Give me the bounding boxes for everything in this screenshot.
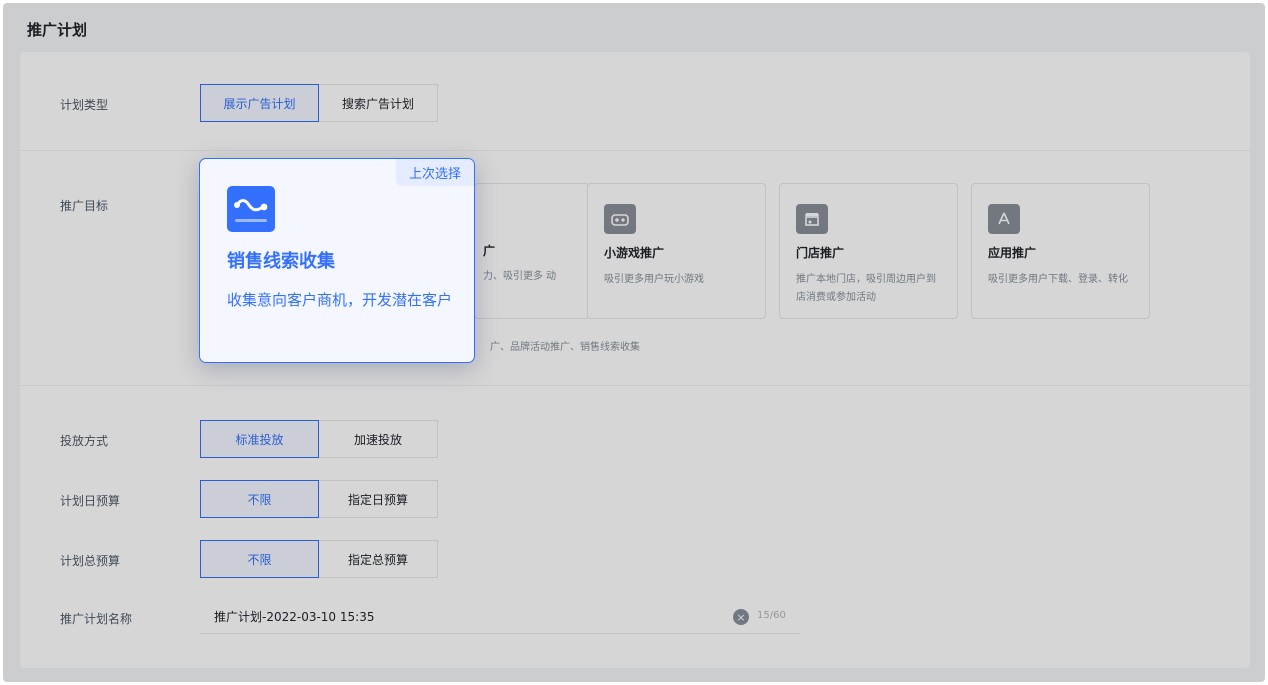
delivery-mode-selector: 标准投放 加速投放 bbox=[200, 420, 438, 458]
last-selected-tag: 上次选择 bbox=[396, 159, 474, 186]
goal-card-desc: 吸引更多用户玩小游戏 bbox=[604, 274, 704, 285]
page-title: 推广计划 bbox=[27, 21, 88, 39]
app-store-icon bbox=[988, 204, 1020, 234]
daily-budget-selector: 不限 指定日预算 bbox=[200, 480, 438, 518]
gamepad-icon bbox=[604, 204, 636, 234]
goal-card-title: 门店推广 bbox=[796, 246, 845, 260]
goal-card-partial[interactable]: 广 力、吸引更多 动 bbox=[474, 183, 590, 319]
total-budget-option-unlimited[interactable]: 不限 bbox=[200, 540, 319, 578]
goal-label: 推广目标 bbox=[60, 199, 109, 213]
section-divider bbox=[20, 385, 1250, 386]
daily-budget-option-specified[interactable]: 指定日预算 bbox=[319, 480, 438, 518]
goal-card-store[interactable]: 门店推广 推广本地门店，吸引周边用户到店消费或参加活动 bbox=[779, 183, 958, 319]
clear-icon[interactable]: × bbox=[733, 609, 749, 625]
goal-card-app[interactable]: 应用推广 吸引更多用户下载、登录、转化 bbox=[971, 183, 1150, 319]
plan-type-selector: 展示广告计划 搜索广告计划 bbox=[200, 84, 438, 122]
char-counter: 15/60 bbox=[757, 610, 786, 621]
delivery-option-standard[interactable]: 标准投放 bbox=[200, 420, 319, 458]
daily-budget-label: 计划日预算 bbox=[60, 494, 121, 508]
total-budget-option-specified[interactable]: 指定总预算 bbox=[319, 540, 438, 578]
total-budget-label: 计划总预算 bbox=[60, 554, 121, 568]
lead-collection-title: 销售线索收集 bbox=[227, 251, 335, 272]
plan-name-input[interactable]: 推广计划-2022-03-10 15:35 × 15/60 bbox=[200, 600, 800, 634]
plan-type-label: 计划类型 bbox=[60, 98, 109, 112]
goal-card-title: 应用推广 bbox=[988, 246, 1037, 260]
goal-card-partial-desc: 力、吸引更多 动 bbox=[483, 271, 557, 282]
goal-card-desc: 吸引更多用户下载、登录、转化 bbox=[988, 274, 1128, 285]
goal-card-title: 小游戏推广 bbox=[604, 246, 665, 260]
plan-type-option-display[interactable]: 展示广告计划 bbox=[200, 84, 319, 122]
lead-collection-icon bbox=[227, 186, 275, 232]
goal-card-desc: 推广本地门店，吸引周边用户到店消费或参加活动 bbox=[796, 274, 936, 303]
app-frame: 推广计划 计划类型 展示广告计划 搜索广告计划 推广目标 广 力、吸引更多 动 … bbox=[3, 3, 1265, 682]
delivery-mode-label: 投放方式 bbox=[60, 434, 109, 448]
plan-type-option-search[interactable]: 搜索广告计划 bbox=[319, 84, 438, 122]
goal-card-mini-game[interactable]: 小游戏推广 吸引更多用户玩小游戏 bbox=[587, 183, 766, 319]
goal-hint: 广、品牌活动推广、销售线索收集 bbox=[490, 342, 640, 353]
total-budget-selector: 不限 指定总预算 bbox=[200, 540, 438, 578]
plan-name-value: 推广计划-2022-03-10 15:35 bbox=[214, 610, 375, 624]
delivery-option-accelerated[interactable]: 加速投放 bbox=[319, 420, 438, 458]
goal-card-lead-collection[interactable]: 上次选择 销售线索收集 收集意向客户商机，开发潜在客户 bbox=[199, 158, 475, 363]
goal-card-partial-title: 广 bbox=[483, 244, 496, 258]
plan-name-label: 推广计划名称 bbox=[60, 612, 133, 626]
daily-budget-option-unlimited[interactable]: 不限 bbox=[200, 480, 319, 518]
store-icon bbox=[796, 204, 828, 234]
lead-collection-desc: 收集意向客户商机，开发潜在客户 bbox=[227, 291, 453, 309]
section-divider bbox=[20, 150, 1250, 151]
